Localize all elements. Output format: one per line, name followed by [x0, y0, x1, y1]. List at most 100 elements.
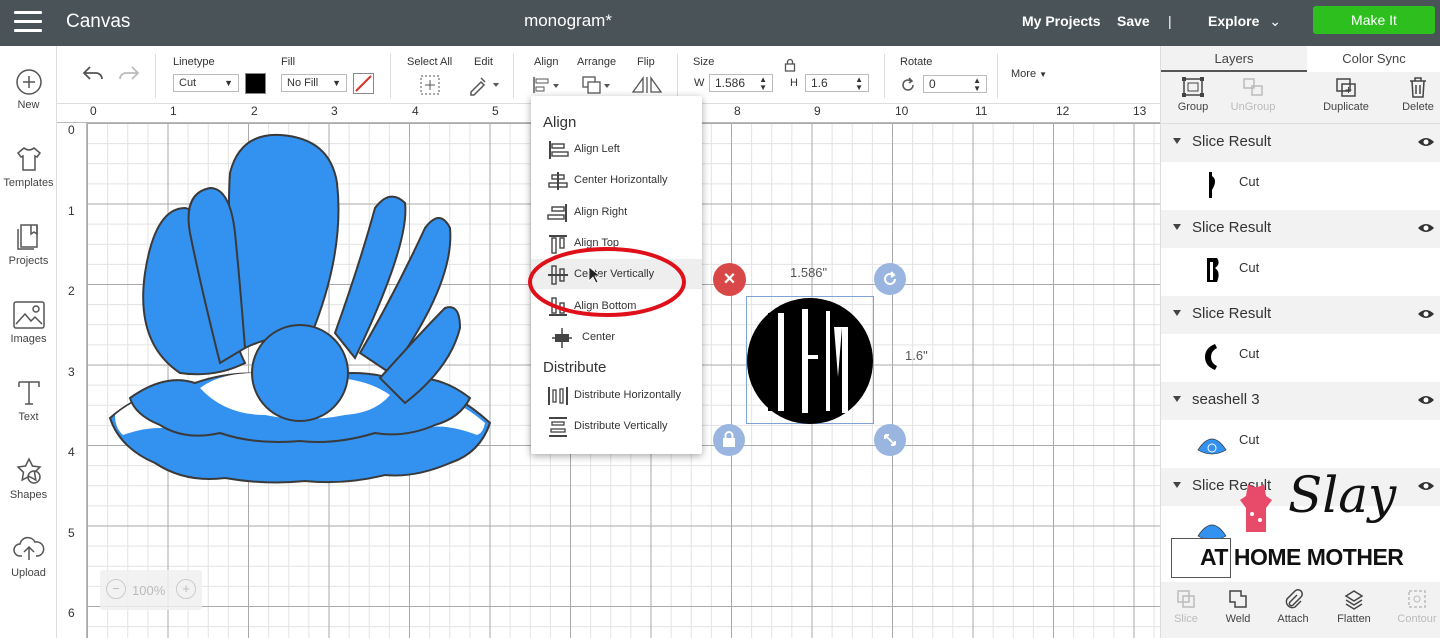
eye-icon[interactable]	[1417, 394, 1435, 406]
expand-arrow-icon[interactable]	[1173, 310, 1181, 316]
resize-handle[interactable]	[874, 424, 906, 456]
layer-title: Slice Result	[1192, 133, 1272, 150]
group-button[interactable]: Group	[1163, 76, 1223, 113]
delete-handle[interactable]: ×	[713, 263, 746, 296]
align-right-option[interactable]: Align Right	[531, 197, 702, 227]
slice-button[interactable]: Slice	[1161, 588, 1211, 625]
ungroup-button[interactable]: UnGroup	[1223, 76, 1283, 113]
tab-layers[interactable]: Layers	[1161, 46, 1307, 72]
align-icon[interactable]	[532, 76, 562, 94]
shapes-button[interactable]: Shapes	[0, 456, 57, 501]
flatten-icon	[1344, 590, 1364, 610]
layer-sub-item[interactable]: Cut	[1161, 248, 1440, 296]
projects-label: Projects	[8, 255, 49, 267]
linetype-color-swatch[interactable]	[245, 73, 266, 94]
expand-arrow-icon[interactable]	[1173, 482, 1181, 488]
expand-arrow-icon[interactable]	[1173, 138, 1181, 144]
redo-icon[interactable]	[117, 64, 141, 84]
eye-icon[interactable]	[1417, 308, 1435, 320]
layer-operation: Cut	[1239, 432, 1260, 447]
center-label: Center	[582, 331, 616, 343]
height-input[interactable]: 1.6 ▲ ▼	[805, 74, 869, 92]
stepper-icon[interactable]: ▲ ▼	[973, 77, 981, 93]
fill-select[interactable]: No Fill ▼	[281, 74, 347, 92]
monogram-image[interactable]	[746, 297, 874, 425]
contour-button[interactable]: Contour	[1392, 588, 1440, 625]
layer-sub-item[interactable]: Cut	[1161, 334, 1440, 382]
zoom-level: 100%	[132, 583, 166, 598]
make-it-button[interactable]: Make It	[1313, 6, 1435, 34]
width-input[interactable]: 1.586 ▲ ▼	[709, 74, 773, 92]
ruler-number: 8	[734, 104, 741, 118]
select-all-label: Select All	[407, 56, 453, 68]
upload-button[interactable]: Upload	[0, 534, 57, 579]
undo-icon[interactable]	[81, 64, 105, 84]
images-button[interactable]: Images	[0, 300, 57, 345]
ruler-number: 10	[895, 104, 909, 118]
more-label: More	[1011, 68, 1037, 80]
lock-icon[interactable]	[784, 58, 796, 72]
ungroup-icon	[1243, 78, 1263, 96]
tab-color-sync[interactable]: Color Sync	[1307, 46, 1440, 72]
edit-icon[interactable]	[467, 74, 501, 96]
left-ruler: 0 1 2 3 4 5 6	[57, 123, 87, 638]
duplicate-button[interactable]: Duplicate	[1316, 76, 1376, 113]
distribute-horizontally-option[interactable]: Distribute Horizontally	[531, 380, 702, 410]
ruler-number: 13	[1133, 104, 1147, 118]
arrange-icon[interactable]	[581, 75, 613, 95]
flip-icon[interactable]	[631, 75, 665, 95]
cursor-icon	[588, 266, 600, 284]
layer-sub-item[interactable]: Cut	[1161, 162, 1440, 210]
save-link[interactable]: Save	[1117, 13, 1150, 29]
layer-item[interactable]: Slice Result Cut	[1161, 296, 1440, 382]
ruler-number: 5	[68, 526, 75, 540]
eye-icon[interactable]	[1417, 222, 1435, 234]
watermark-logo: Slay AT HOME MOTHER	[1196, 466, 1432, 576]
center-option[interactable]: Center	[531, 322, 702, 352]
more-menu[interactable]: More ▼	[1011, 68, 1047, 80]
fill-value: No Fill	[287, 77, 319, 89]
paperclip-icon	[1285, 589, 1303, 609]
upload-icon	[12, 536, 44, 560]
expand-arrow-icon[interactable]	[1173, 396, 1181, 402]
explore-menu[interactable]: Explore ⌄	[1208, 13, 1281, 30]
select-all-icon[interactable]	[419, 74, 441, 96]
flatten-button[interactable]: Flatten	[1329, 588, 1379, 625]
center-horizontally-option[interactable]: Center Horizontally	[531, 165, 702, 195]
zoom-in-icon[interactable]: +	[176, 579, 196, 599]
linetype-select[interactable]: Cut ▼	[173, 74, 239, 92]
duplicate-icon	[1336, 78, 1356, 97]
rotate-value: 0	[929, 77, 936, 91]
attach-button[interactable]: Attach	[1268, 588, 1318, 625]
new-button[interactable]: New	[0, 68, 57, 111]
layer-item[interactable]: seashell 3 Cut	[1161, 382, 1440, 468]
my-projects-link[interactable]: My Projects	[1022, 13, 1101, 29]
linetype-label: Linetype	[173, 56, 215, 68]
seashell-image[interactable]	[105, 133, 495, 533]
weld-button[interactable]: Weld	[1213, 588, 1263, 625]
layer-item[interactable]: Slice Result Cut	[1161, 124, 1440, 210]
stepper-icon[interactable]: ▲ ▼	[759, 76, 767, 92]
layer-item[interactable]: Slice Result Cut	[1161, 210, 1440, 296]
no-fill-swatch-icon[interactable]	[353, 73, 374, 94]
stepper-icon[interactable]: ▲ ▼	[855, 76, 863, 92]
expand-arrow-icon[interactable]	[1173, 224, 1181, 230]
distribute-vertically-option[interactable]: Distribute Vertically	[531, 411, 702, 441]
templates-label: Templates	[3, 177, 54, 189]
eye-icon[interactable]	[1417, 136, 1435, 148]
toolbar-divider	[884, 54, 885, 98]
rotate-handle[interactable]	[874, 263, 906, 295]
text-button[interactable]: Text	[0, 378, 57, 423]
projects-button[interactable]: Projects	[0, 222, 57, 267]
distribute-vertically-label: Distribute Vertically	[574, 420, 668, 432]
shirt-icon	[16, 147, 41, 171]
templates-button[interactable]: Templates	[0, 144, 57, 189]
zoom-out-icon[interactable]: −	[106, 579, 126, 599]
ruler-number: 4	[412, 104, 419, 118]
delete-button[interactable]: Delete	[1388, 76, 1440, 113]
layer-sub-item[interactable]: Cut	[1161, 420, 1440, 468]
align-left-option[interactable]: Align Left	[531, 134, 702, 164]
lock-handle[interactable]	[713, 424, 745, 456]
shapes-icon	[15, 457, 42, 484]
rotate-input[interactable]: 0 ▲ ▼	[923, 75, 987, 93]
